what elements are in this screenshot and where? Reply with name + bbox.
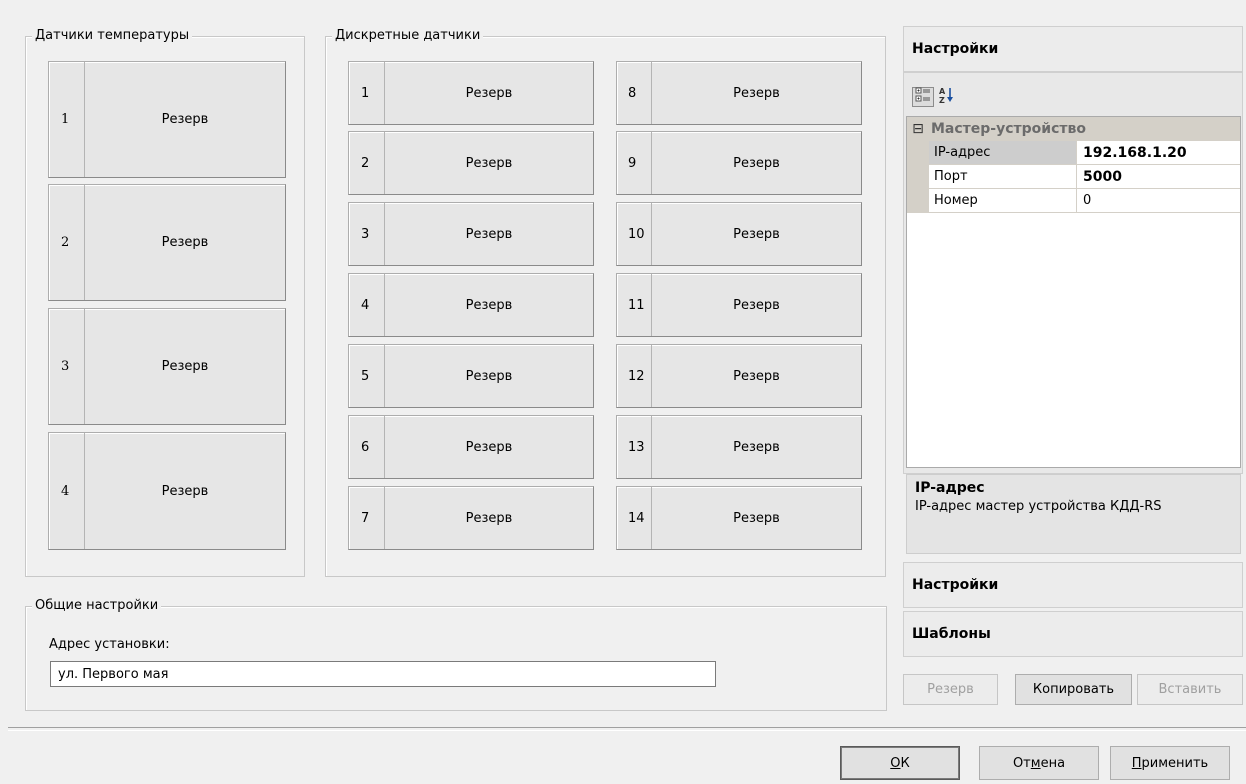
temp-sensor-label: Резерв (161, 235, 209, 250)
discrete-sensor-label: Резерв (465, 439, 513, 455)
discrete-sensor-number: 8 (617, 62, 652, 124)
temperature-sensors-title: Датчики температуры (32, 28, 193, 44)
discrete-sensor-button-8[interactable]: 8 Резерв (616, 61, 862, 125)
discrete-sensor-label: Резерв (465, 85, 513, 101)
discrete-sensor-label: Резерв (465, 510, 513, 526)
discrete-sensor-number: 12 (617, 345, 652, 407)
property-name: IP-адрес (929, 141, 1077, 165)
discrete-sensor-number: 2 (349, 132, 385, 194)
property-value[interactable]: 5000 (1077, 165, 1240, 189)
cancel-button[interactable]: От м ена (979, 746, 1099, 780)
discrete-sensor-number: 14 (617, 487, 652, 549)
description-title: IP-адрес (915, 480, 985, 496)
temp-sensor-number: 1 (49, 62, 85, 177)
svg-text:A: A (939, 87, 946, 96)
discrete-sensor-number: 1 (349, 62, 385, 124)
sort-az-icon: A Z (939, 86, 955, 108)
discrete-sensors-title: Дискретные датчики (332, 28, 484, 44)
discrete-sensor-number: 7 (349, 487, 385, 549)
temp-sensor-button-3[interactable]: 3 Резерв (48, 308, 286, 425)
discrete-sensor-label: Резерв (465, 155, 513, 171)
temp-sensor-number: 2 (49, 185, 85, 300)
property-grid: ⊟ Мастер-устройство IP-адрес 192.168.1.2… (906, 116, 1241, 468)
discrete-sensor-number: 4 (349, 274, 385, 336)
property-toolbar: A Z (906, 79, 1241, 117)
discrete-sensor-label: Резерв (733, 297, 780, 313)
property-name: Порт (929, 165, 1077, 189)
property-row-port[interactable]: Порт 5000 (907, 165, 1240, 189)
discrete-sensor-number: 11 (617, 274, 652, 336)
copy-button[interactable]: Копировать (1015, 674, 1132, 705)
discrete-sensor-button-2[interactable]: 2 Резерв (348, 131, 594, 195)
property-name: Номер (929, 189, 1077, 213)
discrete-sensor-button-12[interactable]: 12 Резерв (616, 344, 862, 408)
ok-button[interactable]: ОК (840, 746, 960, 780)
property-row-number[interactable]: Номер 0 (907, 189, 1240, 213)
discrete-sensor-button-9[interactable]: 9 Резерв (616, 131, 862, 195)
discrete-sensor-button-5[interactable]: 5 Резерв (348, 344, 594, 408)
discrete-sensor-number: 5 (349, 345, 385, 407)
discrete-sensor-button-3[interactable]: 3 Резерв (348, 202, 594, 266)
categorized-view-button[interactable] (912, 87, 934, 107)
property-value[interactable]: 0 (1077, 189, 1240, 213)
reserve-button[interactable]: Резерв (903, 674, 998, 705)
apply-button[interactable]: Применить (1110, 746, 1230, 780)
temp-sensor-label: Резерв (161, 483, 209, 499)
discrete-sensor-button-7[interactable]: 7 Резерв (348, 486, 594, 550)
discrete-sensor-button-4[interactable]: 4 Резерв (348, 273, 594, 337)
discrete-sensor-number: 13 (617, 416, 652, 478)
discrete-sensor-label: Резерв (465, 368, 513, 384)
description-text: IP-адрес мастер устройства КДД-RS (915, 499, 1162, 514)
categorized-icon (915, 87, 931, 107)
general-settings-group: Общие настройки (25, 598, 887, 711)
discrete-sensor-number: 10 (617, 203, 652, 265)
discrete-sensor-label: Резерв (733, 510, 780, 526)
category-name: Мастер-устройство (931, 121, 1086, 137)
discrete-sensor-number: 3 (349, 203, 385, 265)
templates-section-header[interactable]: Шаблоны (903, 611, 1243, 657)
temp-sensor-label: Резерв (161, 112, 209, 127)
footer-separator (8, 727, 1246, 731)
discrete-sensor-number: 6 (349, 416, 385, 478)
discrete-sensor-button-14[interactable]: 14 Резерв (616, 486, 862, 550)
settings-header[interactable]: Настройки (903, 26, 1243, 72)
general-settings-title: Общие настройки (32, 598, 162, 614)
address-label: Адрес установки: (49, 637, 170, 652)
discrete-sensor-label: Резерв (733, 439, 780, 455)
property-value[interactable]: 192.168.1.20 (1077, 141, 1240, 165)
temp-sensor-number: 4 (49, 433, 85, 549)
category-row-master-device[interactable]: ⊟ Мастер-устройство (907, 117, 1240, 141)
temp-sensor-button-1[interactable]: 1 Резерв (48, 61, 286, 178)
temp-sensor-button-4[interactable]: 4 Резерв (48, 432, 286, 550)
property-description: IP-адрес IP-адрес мастер устройства КДД-… (906, 474, 1241, 554)
collapse-icon[interactable]: ⊟ (907, 121, 929, 137)
settings-section-header[interactable]: Настройки (903, 562, 1243, 608)
discrete-sensor-number: 9 (617, 132, 652, 194)
discrete-sensor-label: Резерв (733, 226, 780, 242)
discrete-sensor-button-6[interactable]: 6 Резерв (348, 415, 594, 479)
alphabetical-view-button[interactable]: A Z (936, 87, 958, 107)
discrete-sensor-button-13[interactable]: 13 Резерв (616, 415, 862, 479)
property-row-ip[interactable]: IP-адрес 192.168.1.20 (907, 141, 1240, 165)
discrete-sensor-label: Резерв (733, 85, 780, 101)
address-input[interactable]: ул. Первого мая (50, 661, 716, 687)
discrete-sensor-label: Резерв (465, 297, 513, 313)
temp-sensor-button-2[interactable]: 2 Резерв (48, 184, 286, 301)
discrete-sensor-button-1[interactable]: 1 Резерв (348, 61, 594, 125)
discrete-sensor-label: Резерв (733, 368, 780, 384)
svg-text:Z: Z (939, 96, 945, 104)
discrete-sensor-button-11[interactable]: 11 Резерв (616, 273, 862, 337)
discrete-sensor-label: Резерв (465, 226, 513, 242)
discrete-sensor-label: Резерв (733, 155, 780, 171)
discrete-sensor-button-10[interactable]: 10 Резерв (616, 202, 862, 266)
temp-sensor-number: 3 (49, 309, 85, 424)
temp-sensor-label: Резерв (161, 359, 209, 374)
paste-button[interactable]: Вставить (1137, 674, 1243, 705)
